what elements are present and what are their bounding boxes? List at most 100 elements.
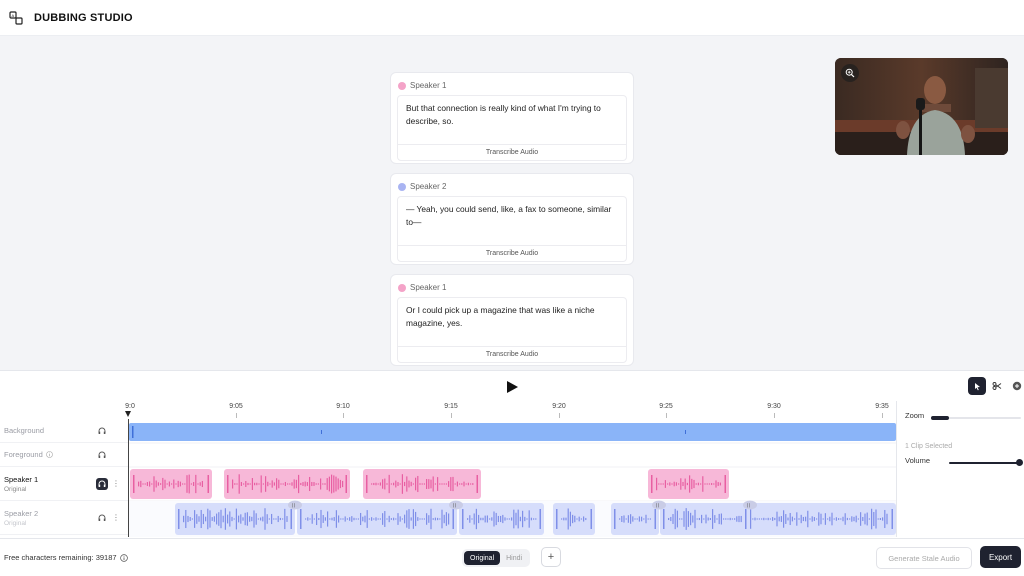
waveform-bar [692,515,694,523]
waveform-bar [533,518,535,520]
speaker-2-clip[interactable] [553,503,595,535]
waveform-bar [305,518,307,520]
waveform-bar [478,514,480,524]
clip-handle[interactable] [724,475,727,493]
timeline-tools [968,377,1024,395]
clip-handle[interactable] [133,475,135,493]
waveform-bar [257,518,259,520]
tracks-canvas[interactable]: ⟨⟩ ⟨⟩ ⟨⟩ ⟨⟩ [129,419,896,537]
waveform-bar [471,518,473,520]
language-original-tab[interactable]: Original [464,551,501,565]
waveform-bar [289,483,291,485]
waveform-bar [328,476,330,492]
segment-text-box[interactable]: — Yeah, you could send, like, a fax to s… [397,196,627,262]
track-menu-icon[interactable]: ⋮ [112,513,120,522]
clip-handle[interactable] [207,475,210,493]
clip-handle[interactable] [590,509,593,529]
clip-handle[interactable] [452,509,455,529]
waveform-bar [269,483,271,485]
waveform-bar [439,483,441,485]
waveform-bar [189,517,191,521]
waveform-bar [767,517,769,521]
info-icon[interactable] [45,451,53,458]
clip-handle[interactable] [556,509,558,529]
solo-button[interactable] [96,425,108,437]
zoom-slider[interactable] [931,415,1021,421]
waveform-bar [419,483,421,485]
waveform-bar [465,483,467,485]
waveform-bar [164,479,166,489]
waveform-bar [390,518,392,520]
segment-speaker: Speaker 2 [410,182,447,191]
solo-button[interactable] [96,512,108,524]
speaker-1-clip[interactable] [648,469,729,499]
clip-handle[interactable] [345,475,348,493]
solo-button[interactable] [96,449,108,461]
clip-handle[interactable] [290,509,293,529]
waveform-bar [685,508,687,530]
segment-text-box[interactable]: But that connection is really kind of wh… [397,95,627,161]
clip-handle[interactable] [366,475,368,493]
waveform-bar [373,482,375,486]
segment-card[interactable]: Speaker 1 But that connection is really … [390,72,634,164]
add-language-button[interactable]: + [541,547,561,567]
segment-text-box[interactable]: Or I could pick up a magazine that was l… [397,297,627,363]
segment-card[interactable]: Speaker 2 — Yeah, you could send, like, … [390,173,634,265]
transcribe-audio-button[interactable]: Transcribe Audio [398,346,626,362]
tick-label: 9:30 [767,403,781,410]
segment-text[interactable]: — Yeah, you could send, like, a fax to s… [398,197,626,245]
clip-handle[interactable] [476,475,479,493]
time-ruler[interactable]: 9:0 9:05 9:10 9:15 9:20 9:25 9:30 9:35 [125,401,896,419]
transcribe-audio-button[interactable]: Transcribe Audio [398,245,626,261]
segment-text[interactable]: But that connection is really kind of wh… [398,96,626,144]
clip-handle[interactable] [539,509,542,529]
waveform-bar [886,513,888,525]
video-zoom-button[interactable] [841,64,859,82]
waveform-bar [399,516,401,522]
tracks-area[interactable]: ⟨⟩ ⟨⟩ ⟨⟩ ⟨⟩ [128,419,896,537]
solo-button[interactable] [96,477,108,490]
waveform-bar [702,476,704,492]
track-label-speaker-2: Speaker 2 Original ⋮ [0,501,128,535]
info-icon[interactable] [119,553,128,562]
clip-handle[interactable] [651,475,653,493]
clip-handle[interactable] [227,475,229,493]
clip-handle[interactable] [300,509,302,529]
clip-handle[interactable] [654,509,657,529]
playhead-icon[interactable] [124,411,132,419]
generate-stale-audio-button[interactable]: Generate Stale Audio [876,547,972,569]
video-preview[interactable] [835,58,1008,155]
volume-slider[interactable] [949,459,1023,466]
segment-text[interactable]: Or I could pick up a magazine that was l… [398,298,626,346]
transcribe-audio-button[interactable]: Transcribe Audio [398,144,626,160]
waveform-bar [740,515,742,523]
clip-handle[interactable] [663,509,665,529]
language-hindi-tab[interactable]: Hindi [500,551,528,565]
waveform-bar [472,483,474,485]
play-button[interactable] [504,379,520,395]
clip-handle[interactable] [178,509,180,529]
video-frame-image [835,58,1008,155]
waveform-bar [278,479,280,489]
waveform-bar [844,513,846,525]
waveform-bar [439,518,441,520]
waveform-bar [197,483,199,485]
clip-handle[interactable] [462,509,464,529]
waveform-bar [475,508,477,530]
clip-handle[interactable] [614,509,616,529]
waveform-bar [695,483,697,485]
waveform-bar [144,483,146,485]
segment-card[interactable]: Speaker 1 Or I could pick up a magazine … [390,274,634,366]
track-menu-icon[interactable]: ⋮ [112,479,120,488]
clip-handle[interactable] [891,509,894,529]
export-button[interactable]: Export [980,546,1021,568]
split-tool-button[interactable] [988,377,1006,395]
waveform-bar [255,513,257,525]
clip-handle[interactable] [745,509,747,529]
waveform-bar [868,518,870,520]
select-tool-button[interactable] [968,377,986,395]
add-marker-button[interactable] [1008,377,1024,395]
waveform-bar [623,515,625,523]
waveform-bar [467,482,469,486]
waveform-bar [286,516,288,522]
